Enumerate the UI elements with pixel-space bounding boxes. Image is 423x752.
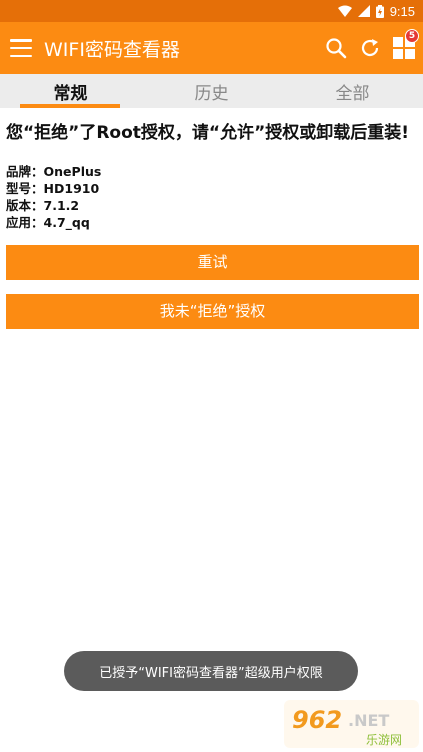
info-version: 版本 7.1.2 [6, 197, 417, 214]
refresh-icon[interactable] [357, 35, 383, 61]
battery-icon [375, 4, 384, 18]
app-bar: WIFI密码查看器 5 [0, 22, 423, 74]
info-value: HD1910 [43, 181, 100, 196]
main-content: 您“拒绝”了Root授权，请“允许”授权或卸载后重装! 品牌 OnePlus 型… [0, 108, 423, 329]
toast-message: 已授予“WIFI密码查看器”超级用户权限 [64, 651, 358, 691]
svg-text:.NET: .NET [348, 711, 389, 730]
not-denied-button[interactable]: 我未“拒绝”授权 [6, 294, 419, 329]
tab-general[interactable]: 常规 [0, 74, 141, 108]
root-denied-message: 您“拒绝”了Root授权，请“允许”授权或卸载后重装! [6, 123, 410, 143]
info-value: OnePlus [43, 164, 102, 179]
svg-text:962: 962 [292, 706, 342, 734]
search-icon[interactable] [323, 35, 349, 61]
tab-bar: 常规 历史 全部 [0, 74, 423, 108]
info-brand: 品牌 OnePlus [6, 163, 417, 180]
svg-text:乐游网: 乐游网 [366, 733, 402, 747]
retry-button[interactable]: 重试 [6, 245, 419, 280]
tab-all[interactable]: 全部 [282, 74, 423, 108]
status-time: 9:15 [389, 3, 415, 19]
info-value: 7.1.2 [43, 198, 80, 213]
device-info: 品牌 OnePlus 型号 HD1910 版本 7.1.2 应用 4.7_qq [6, 163, 417, 231]
info-app: 应用 4.7_qq [6, 214, 417, 231]
apps-icon[interactable]: 5 [391, 29, 419, 61]
info-model: 型号 HD1910 [6, 180, 417, 197]
info-label: 品牌 [6, 163, 44, 180]
site-watermark-logo: 962 .NET 乐游网 [284, 700, 419, 748]
info-value: 4.7_qq [43, 215, 90, 230]
app-actions: 5 [323, 29, 419, 61]
app-title: WIFI密码查看器 [44, 38, 180, 61]
notification-badge: 5 [405, 29, 419, 43]
menu-icon[interactable] [10, 39, 32, 57]
info-label: 应用 [6, 214, 44, 231]
tab-history[interactable]: 历史 [141, 74, 282, 108]
info-label: 型号 [6, 180, 44, 197]
info-label: 版本 [6, 197, 44, 214]
signal-icon [357, 5, 370, 17]
wifi-icon [337, 5, 352, 17]
status-bar: 9:15 [0, 0, 423, 22]
